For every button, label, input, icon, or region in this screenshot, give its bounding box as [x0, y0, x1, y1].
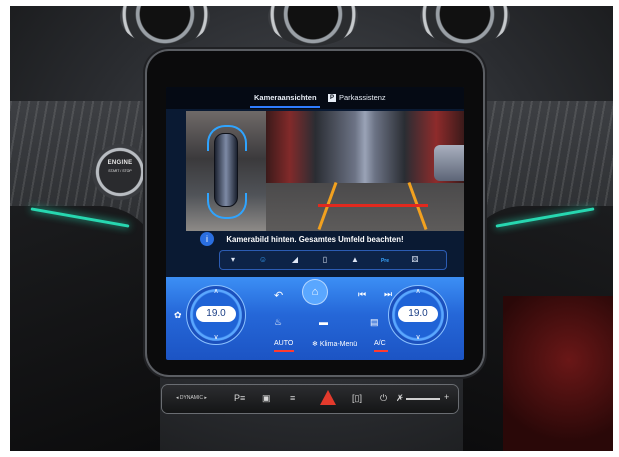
tab-parkassistenz[interactable]: P Parkassistenz — [328, 93, 386, 103]
car-climate-icon[interactable]: ▬ — [319, 317, 328, 327]
air-vent-left — [120, 6, 210, 46]
hazard-icon[interactable] — [320, 390, 336, 405]
climate-menu-button[interactable]: ❄ Klima-Menü — [312, 340, 357, 348]
climate-menu-label: Klima-Menü — [319, 341, 358, 348]
hardware-button-bar: ◂ DYNAMIC ▸ P≡ ▣ ≡ [▯] ⏻ ✗ - + — [162, 385, 458, 413]
chevron-down-icon[interactable]: ∨ — [187, 333, 245, 341]
auto-button[interactable]: AUTO — [274, 340, 293, 347]
volume-minus-icon[interactable]: - — [400, 392, 403, 402]
pre-button[interactable]: Pre — [377, 254, 393, 266]
rear-sensor-arc — [207, 193, 247, 219]
back-icon[interactable]: ↶ — [274, 289, 283, 302]
engine-label: ENGINE — [107, 160, 133, 166]
climate-bar: ∧ 19.0 ∨ ✿ ↶ ⌂ ⏮ ⏭ ♨ ▬ ▤ ∧ 19.0 ∨ AUTO ❄… — [166, 277, 464, 360]
pre-label: Pre — [380, 258, 390, 264]
fan-icon[interactable]: ✿ — [174, 310, 182, 321]
infotainment-screen: Kameraansichten P Parkassistenz i Kamerab… — [166, 87, 464, 360]
parking-icon[interactable]: P≡ — [234, 393, 245, 403]
air-vent-center — [268, 6, 358, 46]
power-icon[interactable]: ⏻ — [380, 393, 387, 404]
seat-background — [503, 296, 613, 451]
left-temperature-dial[interactable]: ∧ 19.0 ∨ — [186, 285, 246, 345]
air-vent-right — [420, 6, 510, 46]
chevron-up-icon[interactable]: ∧ — [389, 287, 447, 295]
rear-camera-view — [266, 111, 464, 231]
chevron-down-icon[interactable]: ∨ — [389, 333, 447, 341]
volume-slider[interactable] — [406, 398, 440, 400]
parked-car-image — [434, 145, 464, 181]
right-temperature-value: 19.0 — [398, 306, 438, 322]
seat-heat-icon[interactable]: ♨ — [274, 317, 282, 328]
dynamic-select-switch[interactable]: ◂ DYNAMIC ▸ — [176, 395, 207, 401]
surround-top-view[interactable] — [186, 111, 266, 231]
camera-icon[interactable]: ▣ — [262, 393, 271, 404]
defrost-icon[interactable]: ▤ — [370, 317, 379, 328]
ac-active-underline — [374, 350, 388, 352]
sensor-icon[interactable]: ▾ — [225, 254, 241, 266]
auto-active-underline — [274, 350, 294, 352]
tab-kameraansichten[interactable]: Kameraansichten — [254, 93, 317, 102]
tab-bar: Kameraansichten P Parkassistenz — [166, 87, 464, 109]
volume-plus-icon[interactable]: + — [444, 392, 449, 402]
mirror-icon[interactable]: [▯] — [352, 393, 362, 404]
active-tab-indicator — [250, 106, 320, 108]
left-temperature-value: 19.0 — [196, 306, 236, 322]
engine-start-stop-button[interactable]: ENGINE START / STOP — [92, 144, 148, 200]
parking-icon: P — [328, 94, 336, 103]
rear-angle-icon[interactable]: ◢ — [287, 254, 303, 266]
right-temperature-dial[interactable]: ∧ 19.0 ∨ — [388, 285, 448, 345]
center-console-side-left — [10, 206, 160, 451]
home-icon[interactable]: ⌂ — [303, 280, 327, 304]
tab-parkassistenz-label: Parkassistenz — [339, 93, 386, 102]
seat-icon[interactable]: ≡ — [290, 393, 295, 403]
camera-view-selector: ▾ ☺ ◢ ▯ ▲ Pre ⚄ — [219, 250, 447, 270]
start-stop-label: START / STOP — [108, 169, 132, 173]
camera-warning-text: Kamerabild hinten. Gesamtes Umfeld beach… — [226, 235, 404, 244]
person-icon[interactable]: ☺ — [255, 254, 271, 266]
climate-menu-icon: ❄ — [312, 341, 318, 348]
distance-line — [318, 204, 428, 207]
trailer-icon[interactable]: ⚄ — [407, 254, 423, 266]
previous-icon[interactable]: ⏮ — [358, 289, 366, 300]
car-side-icon[interactable]: ▲ — [347, 254, 363, 266]
topview-icon[interactable]: ▯ — [317, 254, 333, 266]
ac-button[interactable]: A/C — [374, 340, 386, 347]
chevron-up-icon[interactable]: ∧ — [187, 287, 245, 295]
